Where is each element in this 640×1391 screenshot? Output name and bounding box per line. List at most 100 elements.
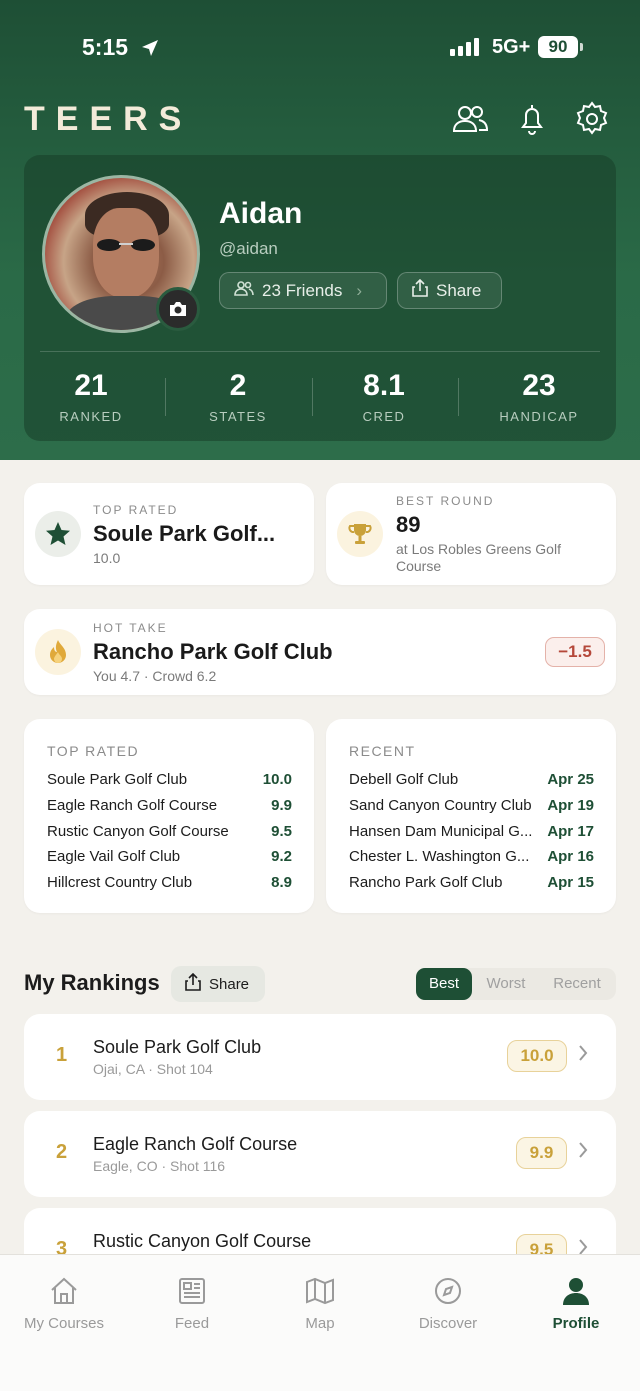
list-title: RECENT: [349, 743, 416, 759]
share-icon: [412, 278, 428, 302]
stat-states: 2 STATES: [168, 369, 308, 424]
chevron-right-icon: [578, 1141, 588, 1164]
tab-recent[interactable]: Recent: [544, 968, 610, 1000]
battery-icon: 90: [538, 36, 578, 58]
list-item-value: 8.9: [271, 874, 292, 891]
list-item[interactable]: Sand Canyon Country Club Apr 19: [349, 797, 594, 814]
signal-icon: [450, 38, 479, 56]
list-item-name: Hansen Dam Municipal G...: [349, 823, 533, 840]
course-name: Rustic Canyon Golf Course: [93, 1231, 312, 1251]
stat-label: STATES: [209, 409, 267, 424]
list-item[interactable]: Rancho Park Golf Club Apr 15: [349, 874, 594, 891]
divider: [40, 351, 600, 352]
tab-worst[interactable]: Worst: [476, 968, 536, 1000]
location-arrow-icon: [140, 38, 160, 63]
tab-feed[interactable]: Feed: [128, 1273, 256, 1332]
tab-label: Feed: [174, 1315, 210, 1332]
rankings-share-button[interactable]: Share: [171, 966, 265, 1002]
stat-label: RANKED: [59, 409, 123, 424]
list-item[interactable]: Hansen Dam Municipal G... Apr 17: [349, 823, 594, 840]
rankings-sort-segmented-control: Best Worst Recent: [416, 968, 616, 1000]
hot-take-delta-badge: −1.5: [545, 637, 605, 667]
list-item-value: Apr 17: [547, 823, 594, 840]
compass-icon: [384, 1273, 512, 1309]
stat-ranked: 21 RANKED: [21, 369, 161, 424]
list-item-value: 9.5: [271, 823, 292, 840]
map-icon: [256, 1273, 384, 1309]
bell-icon[interactable]: [512, 100, 552, 138]
rankings-title: My Rankings: [24, 970, 160, 995]
tab-profile[interactable]: Profile: [512, 1273, 640, 1332]
profile-handle: @aidan: [219, 239, 278, 258]
list-item-value: 10.0: [262, 771, 292, 788]
list-item-name: Debell Golf Club: [349, 771, 459, 788]
rank-number: 2: [56, 1141, 68, 1163]
score-pill: 9.9: [516, 1137, 567, 1169]
tab-best[interactable]: Best: [416, 968, 472, 1000]
ranking-row[interactable]: 2 Eagle Ranch Golf Course Eagle, CO · Sh…: [24, 1111, 616, 1197]
status-time: 5:15: [82, 34, 129, 60]
list-item[interactable]: Eagle Ranch Golf Course 9.9: [47, 797, 292, 814]
tab-label: Map: [305, 1315, 335, 1332]
list-item-name: Eagle Ranch Golf Course: [47, 797, 218, 814]
stat-value: 23: [522, 369, 556, 402]
list-item[interactable]: Eagle Vail Golf Club 9.2: [47, 848, 292, 865]
list-item-value: Apr 25: [547, 771, 594, 788]
profile-name: Aidan: [219, 197, 303, 230]
card-kicker: TOP RATED: [93, 503, 179, 517]
ranking-row[interactable]: 1 Soule Park Golf Club Ojai, CA · Shot 1…: [24, 1014, 616, 1100]
friends-small-icon: [234, 280, 254, 301]
list-item[interactable]: Chester L. Washington G... Apr 16: [349, 848, 594, 865]
recent-list-card: RECENT Debell Golf Club Apr 25 Sand Canyo…: [326, 719, 616, 913]
card-subtitle: at Los Robles Greens Golf Course: [396, 541, 561, 574]
share-label: Share: [436, 280, 482, 300]
list-item-value: 9.2: [271, 848, 292, 865]
top-rated-card[interactable]: TOP RATED Soule Park Golf... 10.0: [24, 483, 314, 585]
tab-label: Discover: [418, 1315, 478, 1332]
stat-value: 8.1: [363, 369, 405, 402]
rank-number: 1: [56, 1044, 68, 1066]
profile-header: 5:15 5G+ 90 TEERS Aidan @aidan 23 Friend…: [0, 0, 640, 460]
star-icon: [35, 511, 81, 557]
tab-map[interactable]: Map: [256, 1273, 384, 1332]
course-meta: Eagle, CO · Shot 116: [93, 1158, 226, 1174]
list-item[interactable]: Rustic Canyon Golf Course 9.5: [47, 823, 292, 840]
stat-separator: [458, 378, 459, 416]
hot-take-card[interactable]: HOT TAKE Rancho Park Golf Club You 4.7 ·…: [24, 609, 616, 695]
list-item-value: Apr 15: [547, 874, 594, 891]
card-kicker: BEST ROUND: [396, 494, 495, 508]
best-round-card[interactable]: BEST ROUND 89 at Los Robles Greens Golf …: [326, 483, 616, 585]
tab-my-courses[interactable]: My Courses: [0, 1273, 128, 1332]
camera-icon[interactable]: [156, 287, 200, 331]
course-meta: Ojai, CA · Shot 104: [93, 1061, 213, 1077]
flame-icon: [35, 629, 81, 675]
friends-label: 23 Friends: [262, 280, 343, 300]
share-profile-button[interactable]: Share: [397, 272, 502, 309]
share-label: Share: [209, 975, 250, 993]
friends-icon[interactable]: [450, 100, 490, 138]
score-pill: 10.0: [507, 1040, 567, 1072]
stat-handicap: 23 HANDICAP: [469, 369, 609, 424]
trophy-icon: [337, 511, 383, 557]
settings-gear-icon[interactable]: [572, 100, 612, 138]
tab-discover[interactable]: Discover: [384, 1273, 512, 1332]
status-bar: 5:15 5G+ 90: [0, 32, 640, 64]
newspaper-icon: [128, 1273, 256, 1309]
card-title: 89: [396, 512, 421, 537]
card-subtitle: You 4.7 · Crowd 6.2: [93, 668, 217, 684]
course-name: Eagle Ranch Golf Course: [93, 1134, 298, 1154]
tab-bar: My Courses Feed Map Discover Profile: [0, 1254, 640, 1391]
card-kicker: HOT TAKE: [93, 621, 168, 635]
battery-tip: [580, 43, 583, 51]
chevron-right-icon: ›: [356, 280, 362, 300]
list-item[interactable]: Debell Golf Club Apr 25: [349, 771, 594, 788]
home-icon: [0, 1273, 128, 1309]
list-item[interactable]: Hillcrest Country Club 8.9: [47, 874, 292, 891]
list-item[interactable]: Soule Park Golf Club 10.0: [47, 771, 292, 788]
card-title: Rancho Park Golf Club: [93, 639, 333, 664]
friends-button[interactable]: 23 Friends ›: [219, 272, 387, 309]
list-item-name: Rustic Canyon Golf Course: [47, 823, 229, 840]
app-logo: TEERS: [24, 100, 193, 138]
list-item-name: Hillcrest Country Club: [47, 874, 193, 891]
header-actions: [450, 100, 620, 138]
